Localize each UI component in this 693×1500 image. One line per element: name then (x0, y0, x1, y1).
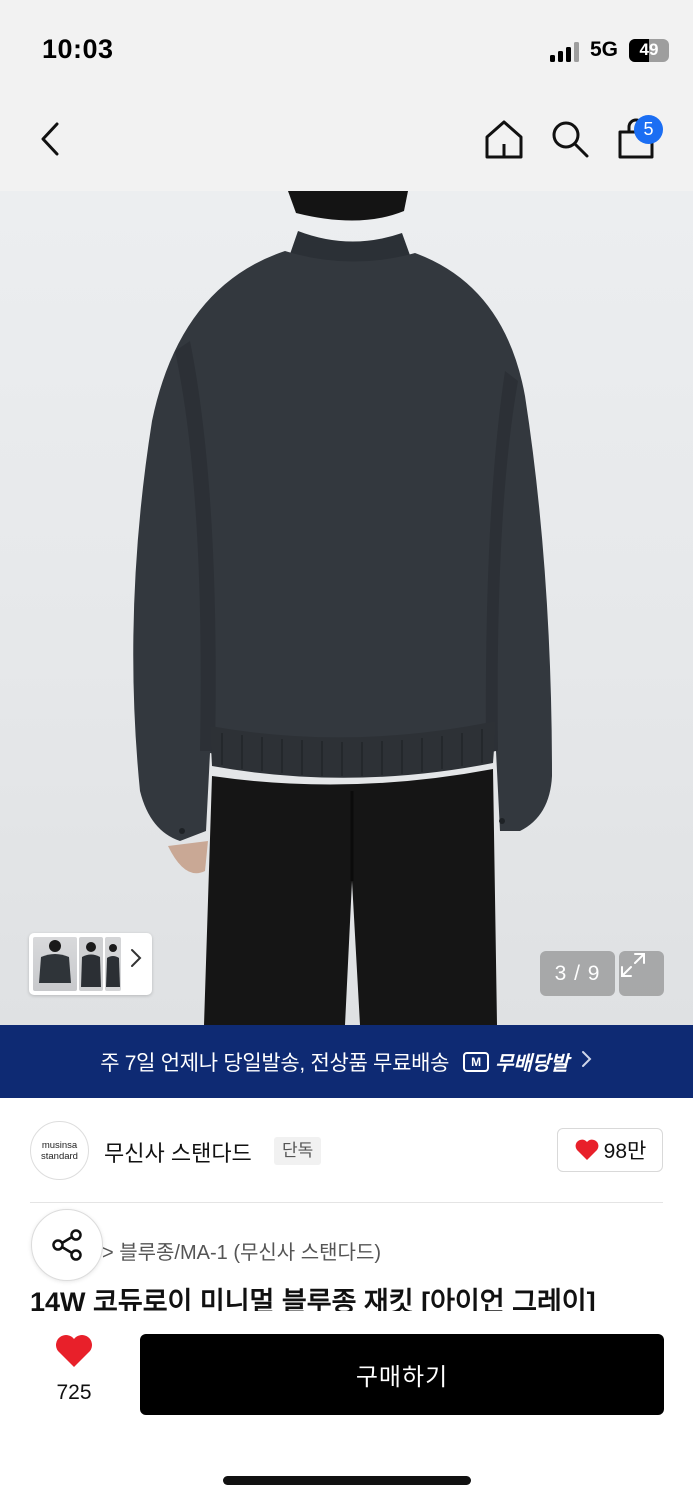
product-image[interactable]: 3 / 9 (0, 191, 693, 1025)
product-photo-illustration (133, 191, 552, 1025)
thumbnail-1-photo (39, 940, 71, 983)
share-button[interactable] (31, 1209, 103, 1281)
buy-button[interactable]: 구매하기 (140, 1334, 664, 1415)
search-icon (552, 121, 589, 158)
banner-logo: M 무배당발 (463, 1047, 569, 1076)
thumbnail-2-photo (81, 942, 101, 987)
thumbnail-strip[interactable] (29, 933, 152, 995)
battery-icon: 49 (629, 39, 669, 62)
search-button[interactable] (546, 115, 594, 163)
heart-icon (575, 1139, 599, 1160)
share-icon (52, 1229, 82, 1261)
brand-logo-line2: standard (41, 1150, 78, 1162)
exclusive-badge: 단독 (274, 1137, 322, 1165)
delivery-truck-icon: M (463, 1051, 490, 1072)
thumbnail-3[interactable] (105, 937, 121, 991)
expand-icon (621, 953, 645, 977)
product-title: 14W 코듀로이 미니멀 블루종 재킷 [아이언 그레이] (30, 1287, 596, 1311)
brand-logo-line1: musinsa (41, 1139, 78, 1151)
network-type: 5G (590, 38, 619, 61)
thumbnail-3-photo (106, 944, 120, 987)
brand-like-button[interactable]: 98만 (557, 1128, 663, 1172)
brand-like-count: 98만 (603, 1140, 647, 1163)
product-title-container: 14W 코듀로이 미니멀 블루종 재킷 [아이언 그레이] (30, 1285, 680, 1311)
divider (30, 1202, 663, 1203)
signal-icon (550, 42, 582, 62)
home-indicator (223, 1476, 471, 1485)
back-button[interactable] (28, 115, 76, 163)
status-bar: 10:03 5G 49 (0, 0, 693, 95)
banner-text: 주 7일 언제나 당일발송, 전상품 무료배송 (100, 1051, 450, 1075)
expand-button[interactable] (619, 951, 664, 996)
image-page-counter: 3 / 9 (540, 951, 615, 996)
thumbnail-more-button[interactable] (129, 947, 143, 975)
home-button[interactable] (480, 115, 528, 163)
category-breadcrumb[interactable]: > 블루종/MA-1 (무신사 스탠다드) (102, 1236, 381, 1265)
chevron-right-icon (131, 949, 142, 967)
shipping-banner[interactable]: 주 7일 언제나 당일발송, 전상품 무료배송 M 무배당발 (0, 1025, 693, 1098)
heart-icon (56, 1335, 92, 1367)
nav-bar (0, 95, 693, 191)
wishlist-count: 725 (56, 1381, 92, 1404)
brand-name[interactable]: 무신사 스탠다드 (104, 1136, 252, 1168)
home-icon (485, 120, 523, 159)
wishlist-button[interactable] (40, 1333, 108, 1374)
banner-logo-text: 무배당발 (495, 1053, 569, 1075)
thumbnail-1[interactable] (33, 937, 77, 991)
brand-logo[interactable]: musinsa standard (30, 1121, 89, 1180)
status-time: 10:03 (42, 34, 114, 64)
thumbnail-2[interactable] (79, 937, 103, 991)
chevron-left-icon (41, 122, 59, 156)
battery-level: 49 (639, 40, 659, 59)
banner-chevron-icon (581, 1050, 593, 1074)
cart-badge: 5 (634, 115, 663, 144)
